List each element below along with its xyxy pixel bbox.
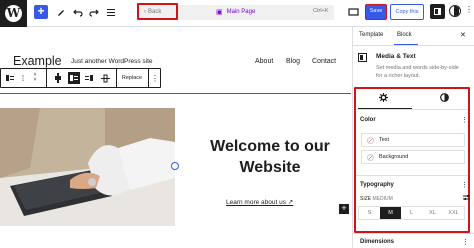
media-text-icon — [358, 53, 367, 62]
drag-handle-icon[interactable]: ⁞ — [19, 72, 27, 84]
color-text-row[interactable]: Text — [361, 133, 465, 147]
move-up-down-icon[interactable]: ˄ ˅ — [31, 72, 39, 84]
dimensions-heading: Dimensions — [360, 239, 395, 245]
vertical-align-icon[interactable] — [99, 72, 111, 84]
sidebar-divider — [353, 45, 474, 46]
nav-link-about[interactable]: About — [255, 58, 273, 65]
site-title[interactable]: Example — [13, 54, 62, 68]
save-button[interactable]: Save — [365, 4, 387, 20]
heading-text[interactable]: Welcome to our Website — [200, 136, 340, 178]
color-swatch-icon — [367, 153, 374, 161]
pencil-icon[interactable] — [54, 5, 68, 19]
block-type-icon[interactable] — [5, 72, 15, 84]
media-image[interactable] — [0, 108, 175, 226]
sidebar-divider — [356, 109, 468, 110]
align-icon[interactable] — [53, 72, 63, 84]
close-icon[interactable]: ✕ — [460, 31, 466, 39]
block-inserter-button[interactable]: + — [339, 204, 349, 214]
styles-icon[interactable] — [449, 5, 461, 17]
device-preview-icon[interactable] — [346, 5, 360, 19]
site-tagline: Just another WordPress site — [71, 58, 153, 65]
color-background-label: Background — [379, 154, 409, 160]
learn-more-link[interactable]: Learn more about us ↗ — [226, 198, 293, 206]
color-options-icon[interactable]: ⋮ — [461, 116, 468, 124]
nav-link-blog[interactable]: Blog — [286, 58, 300, 65]
custom-size-icon[interactable] — [463, 194, 470, 201]
options-menu-icon[interactable]: ⋮ — [465, 6, 473, 14]
command-shortcut: Ctrl+K — [313, 8, 329, 14]
add-block-button[interactable]: + — [34, 5, 48, 19]
tab-template[interactable]: Template — [359, 32, 383, 38]
typography-options-icon[interactable]: ⋮ — [461, 181, 468, 189]
dimensions-options-icon[interactable]: ⋮ — [462, 238, 469, 246]
font-size-option[interactable]: XXL — [443, 207, 464, 219]
block-card-title: Media & Text — [376, 53, 416, 60]
redo-icon[interactable] — [87, 5, 101, 19]
sidebar-divider — [356, 175, 468, 176]
font-size-value: MEDIUM — [372, 196, 393, 202]
tab-block[interactable]: Block — [397, 32, 412, 38]
block-more-icon[interactable]: ⋮ — [151, 72, 159, 84]
block-card-description: Set media and words side-by-side for a r… — [376, 65, 459, 79]
font-size-label: SIZE MEDIUM — [360, 196, 393, 202]
media-left-icon[interactable] — [68, 72, 80, 84]
media-right-icon[interactable] — [84, 72, 94, 84]
settings-toggle-button[interactable] — [430, 4, 445, 19]
back-label: Back — [148, 8, 162, 15]
font-size-label-text: SIZE — [360, 196, 372, 202]
block-selection-outline — [0, 93, 351, 94]
sidebar-toggle-icon — [434, 8, 441, 15]
resize-handle[interactable] — [171, 162, 179, 170]
typography-heading: Typography — [360, 182, 394, 188]
block-toolbar: ⁞ ˄ ˅ Replace ⋮ — [0, 68, 161, 88]
sidebar-divider — [353, 233, 474, 234]
color-swatch-icon — [367, 136, 374, 144]
document-title[interactable]: ▣ Main Page — [216, 8, 255, 16]
list-view-icon[interactable] — [104, 5, 118, 19]
wordpress-logo-button[interactable]: W — [0, 0, 27, 27]
font-size-option[interactable]: XL — [422, 207, 443, 219]
color-background-row[interactable]: Background — [361, 150, 465, 164]
font-size-picker: S M L XL XXL — [358, 206, 465, 220]
undo-icon[interactable] — [71, 5, 85, 19]
nav-link-contact[interactable]: Contact — [312, 58, 336, 65]
replace-button[interactable]: Replace — [119, 72, 145, 84]
wordpress-logo-icon: W — [5, 5, 22, 22]
font-size-option-selected[interactable]: M — [380, 207, 401, 219]
styles-half-circle-icon[interactable] — [439, 92, 449, 102]
font-size-option[interactable]: L — [401, 207, 422, 219]
copy-this-button[interactable]: Copy this — [390, 4, 424, 20]
font-size-option[interactable]: S — [359, 207, 380, 219]
document-title-label: Main Page — [226, 9, 256, 15]
settings-gear-icon[interactable] — [378, 92, 388, 102]
chevron-left-icon: ‹ — [144, 8, 146, 15]
color-text-label: Text — [379, 137, 390, 143]
back-button[interactable]: ‹ Back — [137, 3, 178, 20]
color-heading: Color — [360, 117, 376, 123]
template-icon: ▣ — [216, 9, 223, 16]
